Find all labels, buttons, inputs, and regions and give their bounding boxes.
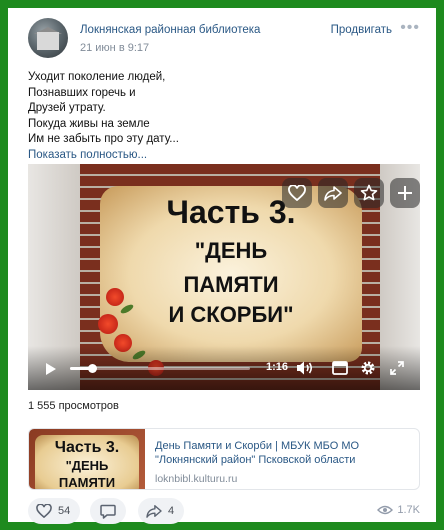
heart-icon: [36, 504, 52, 518]
comment-button[interactable]: [90, 498, 126, 524]
like-button[interactable]: 54: [28, 498, 81, 524]
video-progress-knob[interactable]: [87, 364, 97, 373]
promote-button[interactable]: Продвигать: [331, 24, 392, 36]
post-views: 1.7K: [377, 504, 420, 516]
heart-icon: [288, 185, 306, 201]
link-attachment[interactable]: Часть 3. "ДЕНЬ ПАМЯТИ День Памяти и Скор…: [28, 428, 420, 490]
video-title-line: И СКОРБИ": [168, 302, 294, 327]
video-progress-bar[interactable]: [70, 364, 250, 373]
link-title[interactable]: День Памяти и Скорби | МБУК МБО МО "Локн…: [155, 439, 413, 467]
author-name[interactable]: Локнянская районная библиотека: [80, 24, 260, 36]
video-title-line: ПАМЯТИ: [183, 272, 279, 297]
share-arrow-icon: [324, 186, 342, 201]
show-more-link[interactable]: Показать полностью...: [28, 148, 179, 164]
likes-count: 54: [58, 505, 71, 517]
post-text-line: Друзей утрату.: [28, 102, 106, 115]
volume-icon[interactable]: [296, 360, 314, 376]
add-video-button[interactable]: [390, 178, 420, 208]
settings-gear-icon[interactable]: [360, 360, 376, 376]
eye-icon: [377, 505, 394, 515]
post-header: Локнянская районная библиотека 21 июн в …: [28, 18, 420, 62]
share-video-button[interactable]: [318, 178, 348, 208]
share-arrow-icon: [146, 505, 162, 518]
poppy-flower-image: [106, 288, 124, 306]
post-actions-bar: 54 4 1.7K: [28, 498, 420, 524]
link-thumbnail: Часть 3. "ДЕНЬ ПАМЯТИ: [29, 429, 145, 490]
shares-count: 4: [168, 505, 175, 517]
video-title-line: "ДЕНЬ: [194, 238, 268, 263]
video-time: 1:16: [266, 361, 289, 373]
post-text-line: Познавших горечь и: [28, 86, 136, 99]
fullscreen-icon[interactable]: [390, 361, 404, 375]
comment-icon: [100, 504, 116, 519]
play-icon[interactable]: [44, 362, 58, 376]
star-icon: [360, 184, 378, 201]
video-player[interactable]: Часть 3. "ДЕНЬ ПАМЯТИ И СКОРБИ" 1:16: [28, 164, 420, 390]
post-text-line: Покуда живы на земле: [28, 117, 150, 130]
wall-post: Локнянская районная библиотека 21 июн в …: [10, 10, 434, 524]
post-text-line: Уходит поколение людей,: [28, 71, 166, 83]
thumbnail-text-line: Часть 3.: [54, 439, 120, 456]
more-options-icon[interactable]: •••: [400, 19, 420, 37]
views-count: 1.7K: [397, 504, 420, 516]
link-domain: loknbibl.kulturu.ru: [155, 473, 238, 485]
author-avatar[interactable]: [28, 18, 68, 58]
miniplayer-icon[interactable]: [332, 361, 348, 375]
favorite-video-button[interactable]: [354, 178, 384, 208]
poppy-flower-image: [98, 314, 118, 334]
thumbnail-text-line: "ДЕНЬ: [65, 458, 109, 473]
post-date[interactable]: 21 июн в 9:17: [80, 42, 149, 54]
like-video-button[interactable]: [282, 178, 312, 208]
plus-icon: [398, 186, 412, 200]
post-text: Уходит поколение людей, Познавших горечь…: [28, 70, 179, 164]
video-views-count: 1 555 просмотров: [28, 400, 119, 412]
thumbnail-text-line: ПАМЯТИ: [58, 475, 116, 490]
share-button[interactable]: 4: [138, 498, 185, 524]
video-controls: 1:16: [28, 346, 420, 390]
post-text-line: Им не забыть про эту дату...: [28, 133, 179, 146]
